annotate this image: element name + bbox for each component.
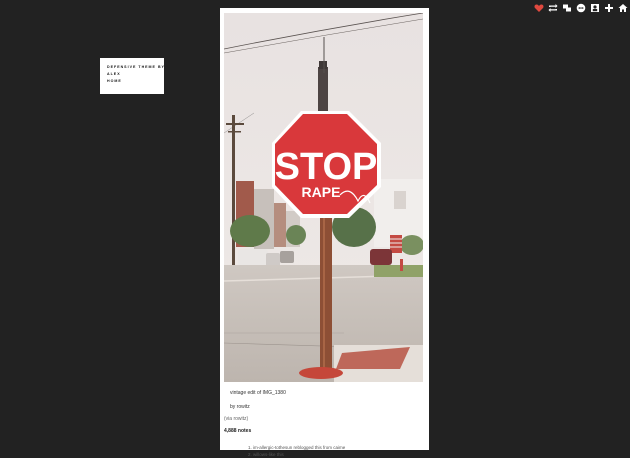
caption-byline[interactable]: by rowitz: [230, 404, 250, 410]
message-button[interactable]: [575, 2, 586, 13]
follow-icon: [562, 4, 571, 11]
like-button[interactable]: [533, 2, 544, 13]
notes-count[interactable]: 4,888 notes: [224, 428, 251, 434]
account-icon: [590, 3, 599, 12]
add-icon: [604, 3, 613, 12]
tumblr-controls: [533, 2, 628, 13]
post-photo[interactable]: STOP RAPE: [224, 13, 423, 382]
notes-list: 1. im-allergic-tothesun reblogged this f…: [248, 444, 345, 458]
theme-credit: DEFENSIVE THEME BY: [107, 65, 165, 69]
theme-author-link[interactable]: ALEX: [107, 71, 164, 78]
reblog-icon: [548, 3, 557, 12]
message-icon: [576, 3, 585, 12]
heart-icon: [534, 4, 543, 12]
account-button[interactable]: [589, 2, 600, 13]
stop-sign-photo: STOP RAPE: [224, 13, 423, 382]
add-button[interactable]: [603, 2, 614, 13]
note-item[interactable]: 2. willows-like this: [248, 451, 345, 458]
home-icon: [618, 3, 627, 12]
sign-graffiti-text: RAPE: [302, 184, 341, 200]
sign-stop-text: STOP: [275, 146, 378, 188]
reblog-button[interactable]: [547, 2, 558, 13]
caption-title: vintage edit of IMG_1380: [230, 390, 286, 396]
via-link[interactable]: (via rowitz): [224, 416, 248, 422]
follow-button[interactable]: [561, 2, 572, 13]
post: STOP RAPE vintage edit of IMG_1380 by ro…: [220, 8, 429, 457]
home-link[interactable]: HOME: [107, 78, 164, 85]
sidebar-card: DEFENSIVE THEME BY ALEX HOME: [100, 58, 164, 94]
home-button[interactable]: [617, 2, 628, 13]
